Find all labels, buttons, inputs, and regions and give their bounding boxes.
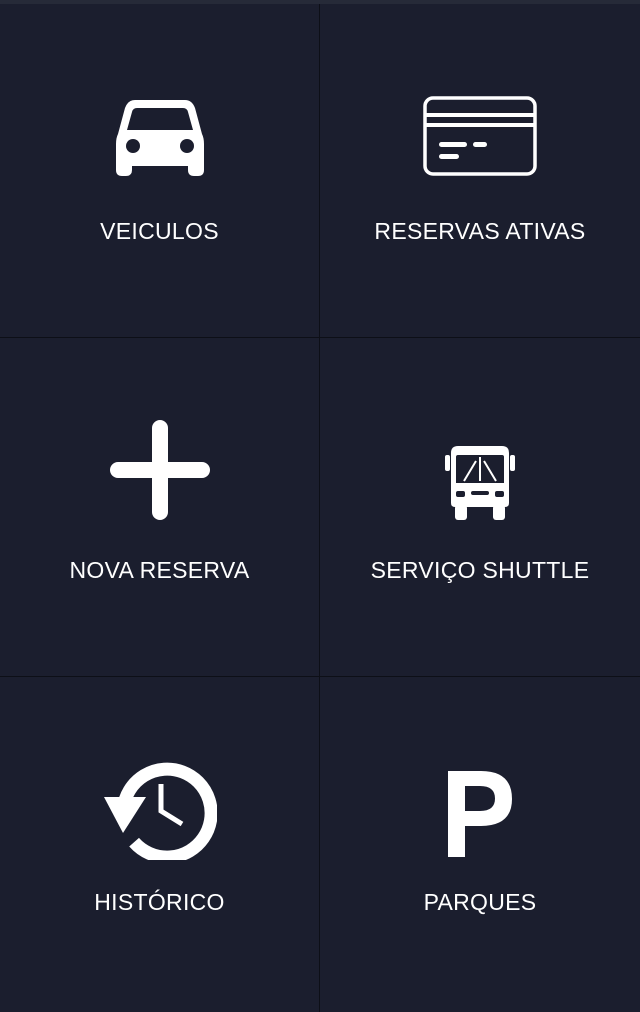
credit-card-icon <box>423 96 537 176</box>
menu-tile-nova-reserva[interactable]: NOVA RESERVA <box>0 338 320 677</box>
menu-tile-veiculos[interactable]: VEICULOS <box>0 4 320 338</box>
menu-tile-servico-shuttle[interactable]: SERVIÇO SHUTTLE <box>320 338 640 677</box>
menu-label-servico-shuttle: SERVIÇO SHUTTLE <box>370 557 590 583</box>
menu-label-parques: PARQUES <box>423 889 537 915</box>
plus-icon <box>109 420 210 520</box>
bus-icon <box>445 446 515 520</box>
menu-tile-historico[interactable]: HISTÓRICO <box>0 677 320 1012</box>
parking-icon <box>448 771 512 857</box>
menu-grid: VEICULOS RESERVAS ATIVAS NOVA RESERVA SE… <box>0 4 640 1012</box>
menu-label-historico: HISTÓRICO <box>94 889 225 915</box>
menu-tile-parques[interactable]: PARQUES <box>320 677 640 1012</box>
history-icon <box>103 762 217 860</box>
menu-label-reservas-ativas: RESERVAS ATIVAS <box>374 218 586 244</box>
menu-tile-reservas-ativas[interactable]: RESERVAS ATIVAS <box>320 4 640 338</box>
menu-label-nova-reserva: NOVA RESERVA <box>69 557 250 583</box>
car-icon <box>115 100 204 176</box>
menu-label-veiculos: VEICULOS <box>100 218 219 244</box>
